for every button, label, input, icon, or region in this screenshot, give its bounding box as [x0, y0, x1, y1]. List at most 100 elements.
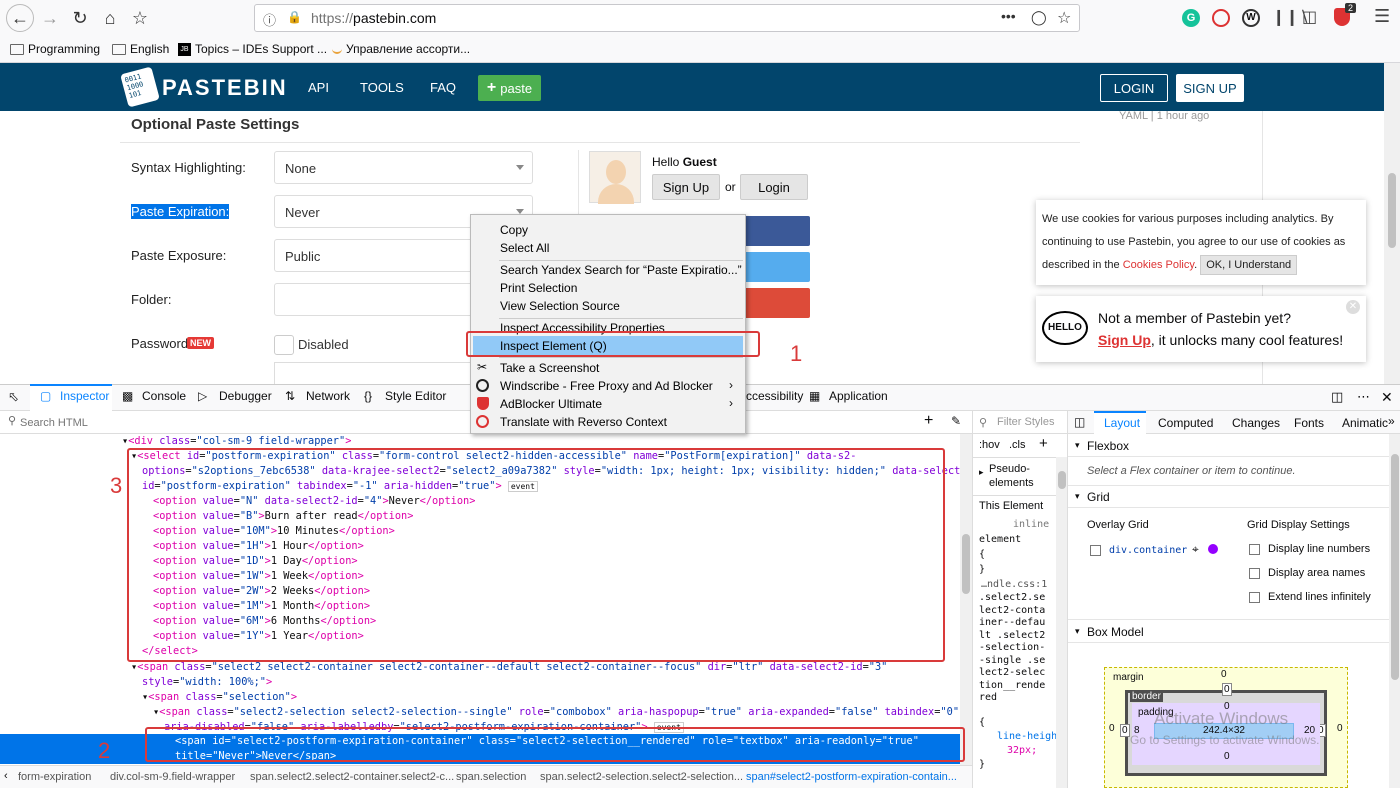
margin-left[interactable]: 0	[1109, 723, 1115, 734]
menu-select-all[interactable]: Select All	[500, 241, 549, 255]
checkbox[interactable]	[1249, 591, 1260, 603]
menu-copy[interactable]: Copy	[500, 223, 528, 237]
more-tabs-icon[interactable]: »	[1388, 414, 1395, 428]
cookie-ok-button[interactable]: OK, I Understand	[1200, 255, 1298, 275]
html-search-input[interactable]	[20, 414, 900, 431]
cls-toggle[interactable]: .cls	[1009, 439, 1026, 451]
markup-scrollbar[interactable]	[960, 434, 972, 765]
checkbox[interactable]	[1249, 543, 1260, 555]
bookmark-management[interactable]: Управление ассорти...	[332, 42, 470, 56]
pocket-icon[interactable]: ◯	[1031, 9, 1047, 26]
tab-layout[interactable]: Layout	[1104, 416, 1140, 430]
tab-fonts[interactable]: Fonts	[1294, 416, 1324, 430]
breadcrumb-item[interactable]: form-expiration	[18, 771, 91, 783]
element-rule[interactable]: element	[979, 532, 1021, 547]
extension-icon[interactable]: ☆	[126, 4, 154, 32]
flexbox-heading[interactable]: Flexbox	[1087, 439, 1129, 453]
add-rule-icon[interactable]: +	[1039, 435, 1048, 452]
option-area-names[interactable]: Display area names	[1249, 567, 1365, 579]
tab-network[interactable]: Network	[306, 389, 350, 403]
member-signup-link[interactable]: Sign Up	[1098, 332, 1151, 348]
grid-checkbox[interactable]	[1090, 544, 1101, 556]
breadcrumb-item[interactable]: span.select2.select2-container.select2-c…	[250, 771, 454, 783]
option-line-numbers[interactable]: Display line numbers	[1249, 543, 1370, 555]
hov-toggle[interactable]: :hov	[979, 439, 1000, 451]
dock-icon[interactable]: ◫	[1331, 389, 1343, 405]
tab-application[interactable]: Application	[829, 389, 888, 403]
grid-overlay-item[interactable]: div.container	[1090, 543, 1187, 558]
menu-view-selection-source[interactable]: View Selection Source	[500, 299, 620, 313]
bookmark-star-icon[interactable]: ☆	[1057, 8, 1071, 28]
chevron-down-icon[interactable]: ▾	[1075, 440, 1080, 451]
chevron-down-icon[interactable]: ▾	[1075, 626, 1080, 637]
pick-element-icon[interactable]: ⬁	[8, 389, 19, 405]
chevron-right-icon[interactable]: ▸	[979, 467, 984, 478]
nav-tools[interactable]: TOOLS	[360, 80, 404, 95]
bookmark-jetbrains[interactable]: JB Topics – IDEs Support ...	[178, 42, 327, 56]
reverso-icon[interactable]	[1212, 9, 1230, 27]
border-top[interactable]: 0	[1222, 683, 1232, 696]
markup-line[interactable]: ▾<span class="selection">	[142, 690, 297, 705]
breadcrumb-item[interactable]: div.col-sm-9.field-wrapper	[110, 771, 235, 783]
breadcrumb-item[interactable]: span.selection	[456, 771, 526, 783]
guest-signup-button[interactable]: Sign Up	[652, 174, 720, 200]
nav-api[interactable]: API	[308, 80, 329, 95]
menu-print-selection[interactable]: Print Selection	[500, 281, 577, 295]
css-value[interactable]: 32px;	[1007, 743, 1037, 758]
pseudo-elements[interactable]: Pseudo-elements	[989, 462, 1049, 490]
breadcrumb-item-current[interactable]: span#select2-postform-expiration-contain…	[746, 771, 957, 783]
tab-accessibility[interactable]: ccessibility	[746, 389, 803, 403]
box-model-heading[interactable]: Box Model	[1087, 625, 1144, 639]
padding-bottom[interactable]: 0	[1224, 751, 1230, 762]
markup-line[interactable]: ▾<div class="col-sm-9 field-wrapper">	[122, 434, 351, 449]
grid-heading[interactable]: Grid	[1087, 490, 1110, 504]
tab-computed[interactable]: Computed	[1158, 416, 1213, 430]
page-scrollbar[interactable]	[1384, 63, 1400, 384]
grammarly-icon[interactable]: G	[1182, 9, 1200, 27]
checkbox[interactable]	[1249, 567, 1260, 579]
windscribe-icon[interactable]: W	[1242, 9, 1260, 27]
tab-changes[interactable]: Changes	[1232, 416, 1280, 430]
menu-translate-reverso[interactable]: Translate with Reverso Context	[500, 415, 667, 429]
new-paste-button[interactable]: + paste	[478, 75, 541, 101]
tab-debugger[interactable]: Debugger	[219, 389, 272, 403]
option-extend-lines[interactable]: Extend lines infinitely	[1249, 591, 1371, 603]
bookmark-folder-english[interactable]: English	[112, 42, 169, 56]
layout-scrollbar[interactable]	[1389, 434, 1400, 788]
close-devtools-icon[interactable]: ✕	[1381, 389, 1393, 406]
reload-icon[interactable]: ↻	[66, 4, 94, 32]
chevron-down-icon[interactable]: ▾	[1075, 491, 1080, 502]
signup-button[interactable]: SIGN UP	[1176, 74, 1244, 102]
guest-login-button[interactable]: Login	[740, 174, 808, 200]
margin-top[interactable]: 0	[1221, 669, 1227, 680]
crosshair-icon[interactable]: ⌖	[1192, 542, 1199, 557]
markup-line[interactable]: ▾<span class="select2-selection select2-…	[153, 705, 959, 720]
menu-screenshot[interactable]: Take a Screenshot	[500, 361, 599, 375]
grid-color-swatch[interactable]	[1208, 544, 1218, 554]
password-checkbox[interactable]	[274, 335, 294, 355]
forward-icon[interactable]: →	[36, 4, 64, 32]
home-icon[interactable]: ⌂	[96, 4, 124, 32]
margin-right[interactable]: 0	[1337, 723, 1343, 734]
menu-icon[interactable]: ☰	[1374, 6, 1390, 27]
breadcrumb-item[interactable]: span.select2-selection.select2-selection…	[540, 771, 743, 783]
url-bar[interactable]: ⓘ 🔒 https://pastebin.com ••• ◯ ☆	[254, 4, 1080, 32]
filter-styles-input[interactable]: Filter Styles	[997, 416, 1054, 428]
sidebar-icon[interactable]: ◫	[1302, 7, 1317, 27]
tab-inspector-label[interactable]: Inspector	[60, 389, 109, 403]
bookmark-folder-programming[interactable]: Programming	[10, 42, 100, 56]
more-options-icon[interactable]: ⋯	[1357, 389, 1370, 405]
cookies-policy-link[interactable]: Cookies Policy	[1123, 259, 1194, 271]
menu-adblocker[interactable]: AdBlocker Ultimate	[500, 397, 602, 411]
login-button[interactable]: LOGIN	[1100, 74, 1168, 102]
nav-faq[interactable]: FAQ	[430, 80, 456, 95]
info-icon[interactable]: ⓘ	[263, 10, 276, 29]
syntax-select[interactable]: None	[274, 151, 533, 184]
page-actions-icon[interactable]: •••	[1001, 8, 1016, 24]
tab-animations[interactable]: Animatic	[1342, 416, 1388, 430]
tab-style-editor[interactable]: Style Editor	[385, 389, 446, 403]
menu-windscribe[interactable]: Windscribe - Free Proxy and Ad Blocker	[500, 379, 713, 393]
close-icon[interactable]: ✕	[1346, 300, 1360, 314]
border-left[interactable]: 0	[1120, 724, 1130, 737]
chevron-left-icon[interactable]: ‹	[4, 770, 8, 782]
